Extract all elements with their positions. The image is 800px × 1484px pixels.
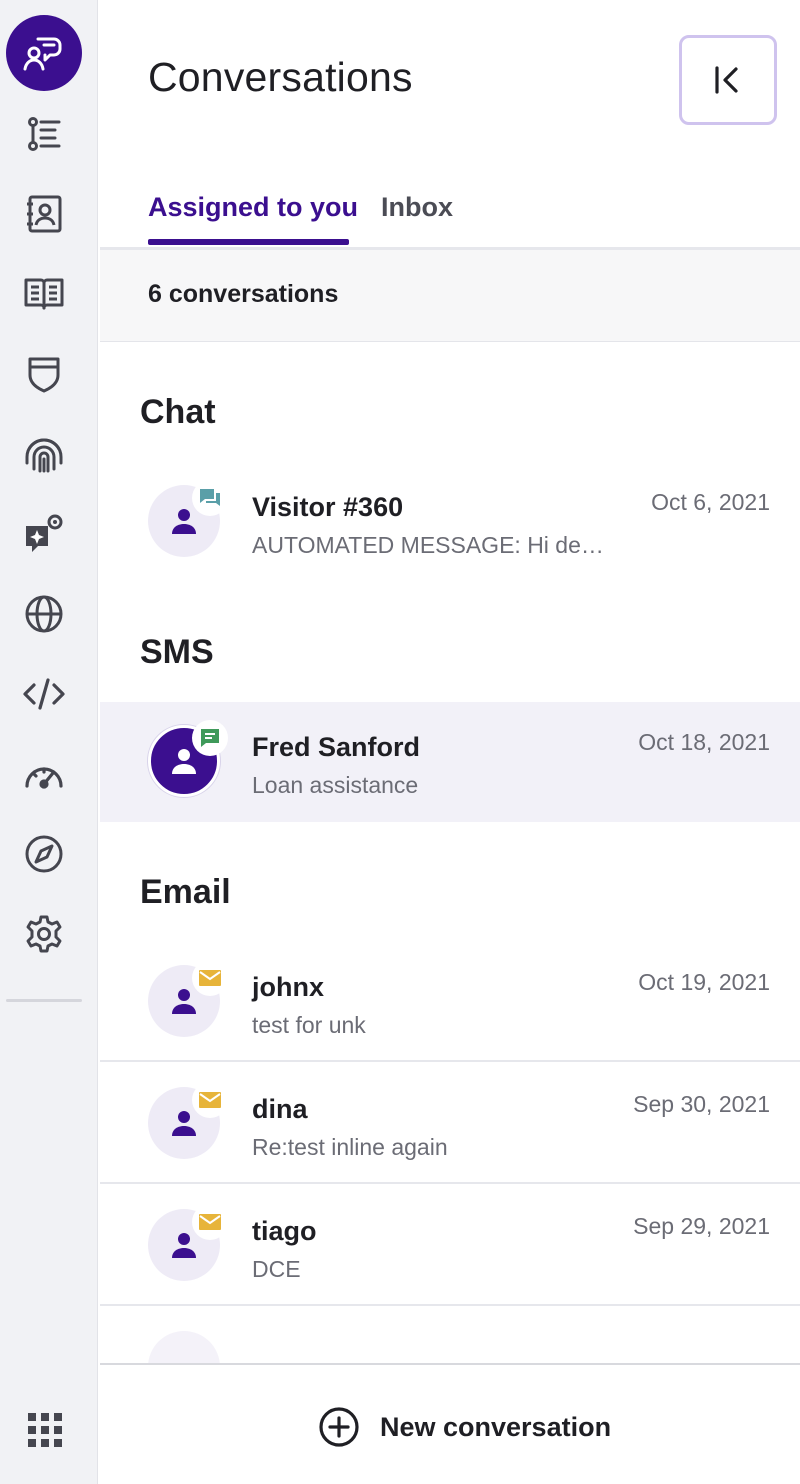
person-icon (172, 1233, 196, 1258)
contacts-book-icon[interactable] (18, 188, 70, 240)
section-title-chat: Chat (140, 393, 216, 431)
conversation-date: Sep 29, 2021 (633, 1213, 770, 1239)
conversation-tabs: Assigned to you Inbox (100, 180, 800, 250)
chat-bubble-icon (200, 489, 220, 506)
page-title: Conversations (148, 54, 413, 100)
tab-inbox[interactable]: Inbox (381, 192, 453, 223)
workflow-list-icon[interactable] (18, 108, 70, 160)
globe-icon[interactable] (18, 588, 70, 640)
section-title-email: Email (140, 873, 231, 911)
conversation-row[interactable]: Visitor #360 AUTOMATED MESSAGE: Hi dea… … (100, 462, 800, 582)
contact-name: dina (252, 1094, 308, 1124)
email-channel-badge (192, 1204, 228, 1240)
active-tab-indicator (148, 239, 349, 245)
contact-name: Visitor #360 (252, 492, 404, 522)
section-title-sms: SMS (140, 633, 214, 671)
collapse-panel-button[interactable] (679, 35, 777, 125)
add-circle-icon (319, 1407, 359, 1447)
message-preview: Loan assistance (252, 772, 419, 798)
conversation-row[interactable]: tiago DCE Sep 29, 2021 (100, 1186, 800, 1306)
chat-channel-badge (192, 480, 228, 516)
conversation-row[interactable]: Fred Sanford Loan assistance Oct 18, 202… (100, 702, 800, 822)
conversation-date: Oct 6, 2021 (651, 489, 770, 515)
sms-message-icon (201, 729, 219, 747)
knowledge-book-icon[interactable] (18, 268, 70, 320)
ai-settings-icon[interactable] (18, 508, 70, 560)
avatar (148, 1331, 220, 1364)
conversation-count-bar: 6 conversations (100, 250, 800, 342)
contact-name: Fred Sanford (252, 732, 421, 762)
conversation-date: Sep 30, 2021 (633, 1091, 770, 1117)
footer-bar: New conversation (100, 1363, 800, 1484)
compass-icon[interactable] (18, 828, 70, 880)
sms-channel-badge (192, 720, 228, 756)
dashboard-gauge-icon[interactable] (18, 748, 70, 800)
conversation-row[interactable]: johnx test for unk Oct 19, 2021 (100, 942, 800, 1062)
conversation-date: Oct 19, 2021 (638, 969, 770, 995)
envelope-icon (199, 1092, 221, 1108)
rail-divider (6, 999, 82, 1002)
tab-assigned-to-you[interactable]: Assigned to you (148, 192, 358, 223)
email-channel-badge (192, 1082, 228, 1118)
message-preview: DCE (252, 1256, 301, 1282)
app-logo-icon[interactable] (6, 15, 82, 91)
new-conversation-button[interactable]: New conversation (318, 1397, 611, 1457)
shield-icon[interactable] (18, 348, 70, 400)
left-nav-rail (0, 0, 98, 1484)
conversation-row-partial[interactable] (100, 1308, 800, 1364)
contact-name: johnx (252, 972, 324, 1002)
settings-gear-icon[interactable] (18, 908, 70, 960)
email-channel-badge (192, 960, 228, 996)
person-icon (172, 749, 196, 774)
conversation-count: 6 conversations (148, 280, 339, 308)
conversation-row[interactable]: dina Re:test inline again Sep 30, 2021 (100, 1064, 800, 1184)
conversation-date: Oct 18, 2021 (638, 729, 770, 755)
contact-name: tiago (252, 1216, 317, 1246)
envelope-icon (199, 970, 221, 986)
message-preview: AUTOMATED MESSAGE: Hi dea… (252, 532, 612, 558)
fingerprint-icon[interactable] (18, 428, 70, 480)
envelope-icon (199, 1214, 221, 1230)
person-icon (172, 1111, 196, 1136)
message-preview: test for unk (252, 1012, 366, 1038)
person-icon (172, 989, 196, 1014)
message-preview: Re:test inline again (252, 1134, 448, 1160)
person-icon (172, 509, 196, 534)
apps-grid-icon[interactable] (26, 1411, 64, 1449)
code-icon[interactable] (18, 668, 70, 720)
collapse-left-icon (715, 66, 738, 94)
new-conversation-label: New conversation (380, 1411, 612, 1442)
